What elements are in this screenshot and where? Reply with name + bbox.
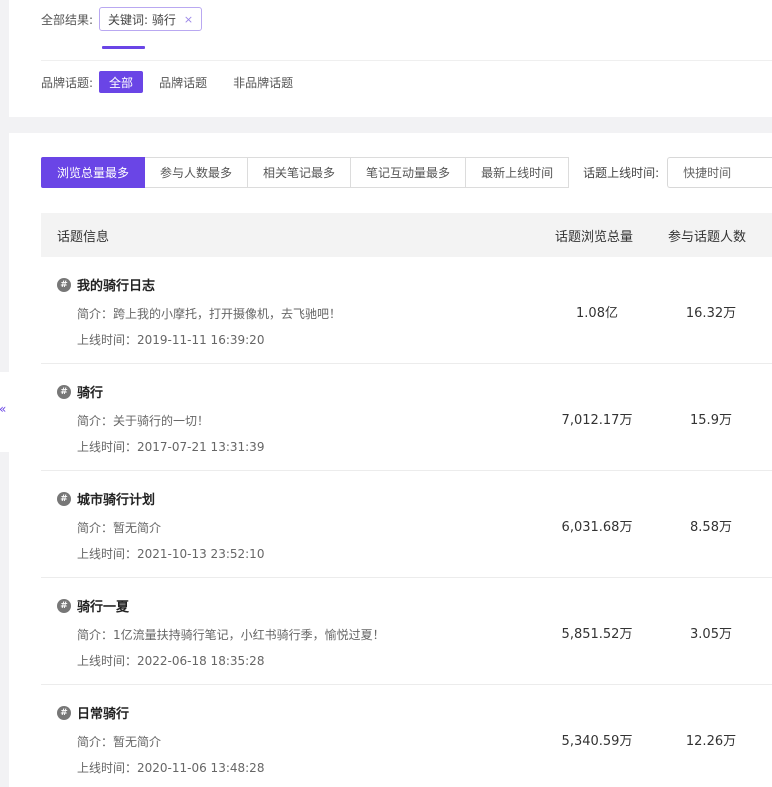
topic-views: 7,012.17万 xyxy=(561,413,633,428)
keyword-active-indicator xyxy=(102,46,145,49)
topic-views: 5,340.59万 xyxy=(561,734,633,749)
sort-tab-newest[interactable]: 最新上线时间 xyxy=(465,157,570,188)
topic-title-text[interactable]: 骑行 xyxy=(77,382,103,401)
topic-title[interactable]: # 城市骑行计划 xyxy=(57,489,155,508)
header-participants[interactable]: 参与话题人数 xyxy=(668,226,746,245)
brand-topic-row: 品牌话题: 全部 品牌话题 非品牌话题 xyxy=(41,71,303,93)
keyword-filter-tag[interactable]: 关键词: 骑行 × xyxy=(99,7,203,31)
table-header: 话题信息 话题浏览总量 参与话题人数 xyxy=(41,213,772,257)
topic-description: 简介：关于骑行的一切！ xyxy=(77,414,210,428)
table-row[interactable]: # 骑行 简介：关于骑行的一切！ 上线时间：2017-07-21 13:31:3… xyxy=(41,364,772,471)
all-results-label: 全部结果: xyxy=(41,12,94,27)
brand-topic-label: 品牌话题: xyxy=(41,75,94,90)
topic-views: 1.08亿 xyxy=(576,306,618,321)
topic-launch-time: 上线时间：2021-10-13 23:52:10 xyxy=(77,547,265,561)
close-icon[interactable]: × xyxy=(184,13,193,26)
results-panel: 浏览总量最多 参与人数最多 相关笔记最多 笔记互动量最多 最新上线时间 话题上线… xyxy=(9,133,772,787)
topic-participants: 16.32万 xyxy=(685,306,737,321)
divider xyxy=(41,60,772,61)
topic-description: 简介：跨上我的小摩托，打开摄像机，去飞驰吧！ xyxy=(77,307,342,321)
brand-option-non-brand[interactable]: 非品牌话题 xyxy=(223,71,303,93)
table-row[interactable]: # 城市骑行计划 简介：暂无简介 上线时间：2021-10-13 23:52:1… xyxy=(41,471,772,578)
sort-tab-most-views[interactable]: 浏览总量最多 xyxy=(41,157,146,188)
topic-views: 5,851.52万 xyxy=(561,627,633,642)
topic-title[interactable]: # 我的骑行日志 xyxy=(57,275,155,294)
topic-participants: 8.58万 xyxy=(690,520,732,535)
table-row[interactable]: # 日常骑行 简介：暂无简介 上线时间：2020-11-06 13:48:28 … xyxy=(41,685,772,787)
topic-launch-time: 上线时间：2019-11-11 16:39:20 xyxy=(77,333,265,347)
double-chevron-left-icon: « xyxy=(0,402,6,416)
topic-description: 简介：暂无简介 xyxy=(77,735,162,749)
table-row[interactable]: # 我的骑行日志 简介：跨上我的小摩托，打开摄像机，去飞驰吧！ 上线时间：201… xyxy=(41,257,772,364)
topic-launch-time: 上线时间：2017-07-21 13:31:39 xyxy=(77,440,265,454)
topic-title[interactable]: # 骑行 xyxy=(57,382,103,401)
keyword-tag-label: 关键词: 骑行 xyxy=(108,12,176,27)
topic-title-text[interactable]: 日常骑行 xyxy=(77,703,129,722)
sidebar-collapse-handle[interactable]: « xyxy=(0,372,9,452)
hashtag-icon: # xyxy=(57,598,71,613)
quick-date-select[interactable]: 快捷时间 xyxy=(667,157,772,188)
topic-description: 简介：1亿流量扶持骑行笔记，小红书骑行季，愉悦过夏！ xyxy=(77,628,385,642)
header-topic-info: 话题信息 xyxy=(57,229,110,245)
hashtag-icon: # xyxy=(57,491,71,506)
sort-bar: 浏览总量最多 参与人数最多 相关笔记最多 笔记互动量最多 最新上线时间 话题上线… xyxy=(41,157,772,188)
sort-tab-most-participants[interactable]: 参与人数最多 xyxy=(144,157,249,188)
topic-views: 6,031.68万 xyxy=(561,520,633,535)
topic-title-text[interactable]: 骑行一夏 xyxy=(77,596,129,615)
topic-title[interactable]: # 骑行一夏 xyxy=(57,596,129,615)
page: 全部结果: 关键词: 骑行 × 品牌话题: 全部 品牌话题 非品牌话题 « 浏览… xyxy=(0,0,772,787)
topic-participants: 3.05万 xyxy=(690,627,732,642)
topic-title-text[interactable]: 城市骑行计划 xyxy=(77,489,155,508)
topic-launch-time: 上线时间：2020-11-06 13:48:28 xyxy=(77,761,265,775)
topic-launch-time: 上线时间：2022-06-18 18:35:28 xyxy=(77,654,265,668)
header-total-views[interactable]: 话题浏览总量 xyxy=(555,226,633,245)
sort-tab-most-interactions[interactable]: 笔记互动量最多 xyxy=(350,157,467,188)
sort-tab-most-notes[interactable]: 相关笔记最多 xyxy=(247,157,352,188)
topic-title[interactable]: # 日常骑行 xyxy=(57,703,129,722)
topic-participants: 15.9万 xyxy=(690,413,732,428)
table-row[interactable]: # 骑行一夏 简介：1亿流量扶持骑行笔记，小红书骑行季，愉悦过夏！ 上线时间：2… xyxy=(41,578,772,685)
topic-description: 简介：暂无简介 xyxy=(77,521,162,535)
launch-date-label: 话题上线时间: xyxy=(583,166,660,180)
topic-participants: 12.26万 xyxy=(685,734,737,749)
hashtag-icon: # xyxy=(57,277,71,292)
topic-title-text[interactable]: 我的骑行日志 xyxy=(77,275,155,294)
hashtag-icon: # xyxy=(57,384,71,399)
brand-option-brand[interactable]: 品牌话题 xyxy=(149,71,217,93)
all-results-row: 全部结果: 关键词: 骑行 × xyxy=(41,7,203,31)
filter-panel: 全部结果: 关键词: 骑行 × 品牌话题: 全部 品牌话题 非品牌话题 xyxy=(9,0,772,117)
hashtag-icon: # xyxy=(57,705,71,720)
topic-list: # 我的骑行日志 简介：跨上我的小摩托，打开摄像机，去飞驰吧！ 上线时间：201… xyxy=(41,257,772,787)
brand-option-all[interactable]: 全部 xyxy=(99,71,144,93)
